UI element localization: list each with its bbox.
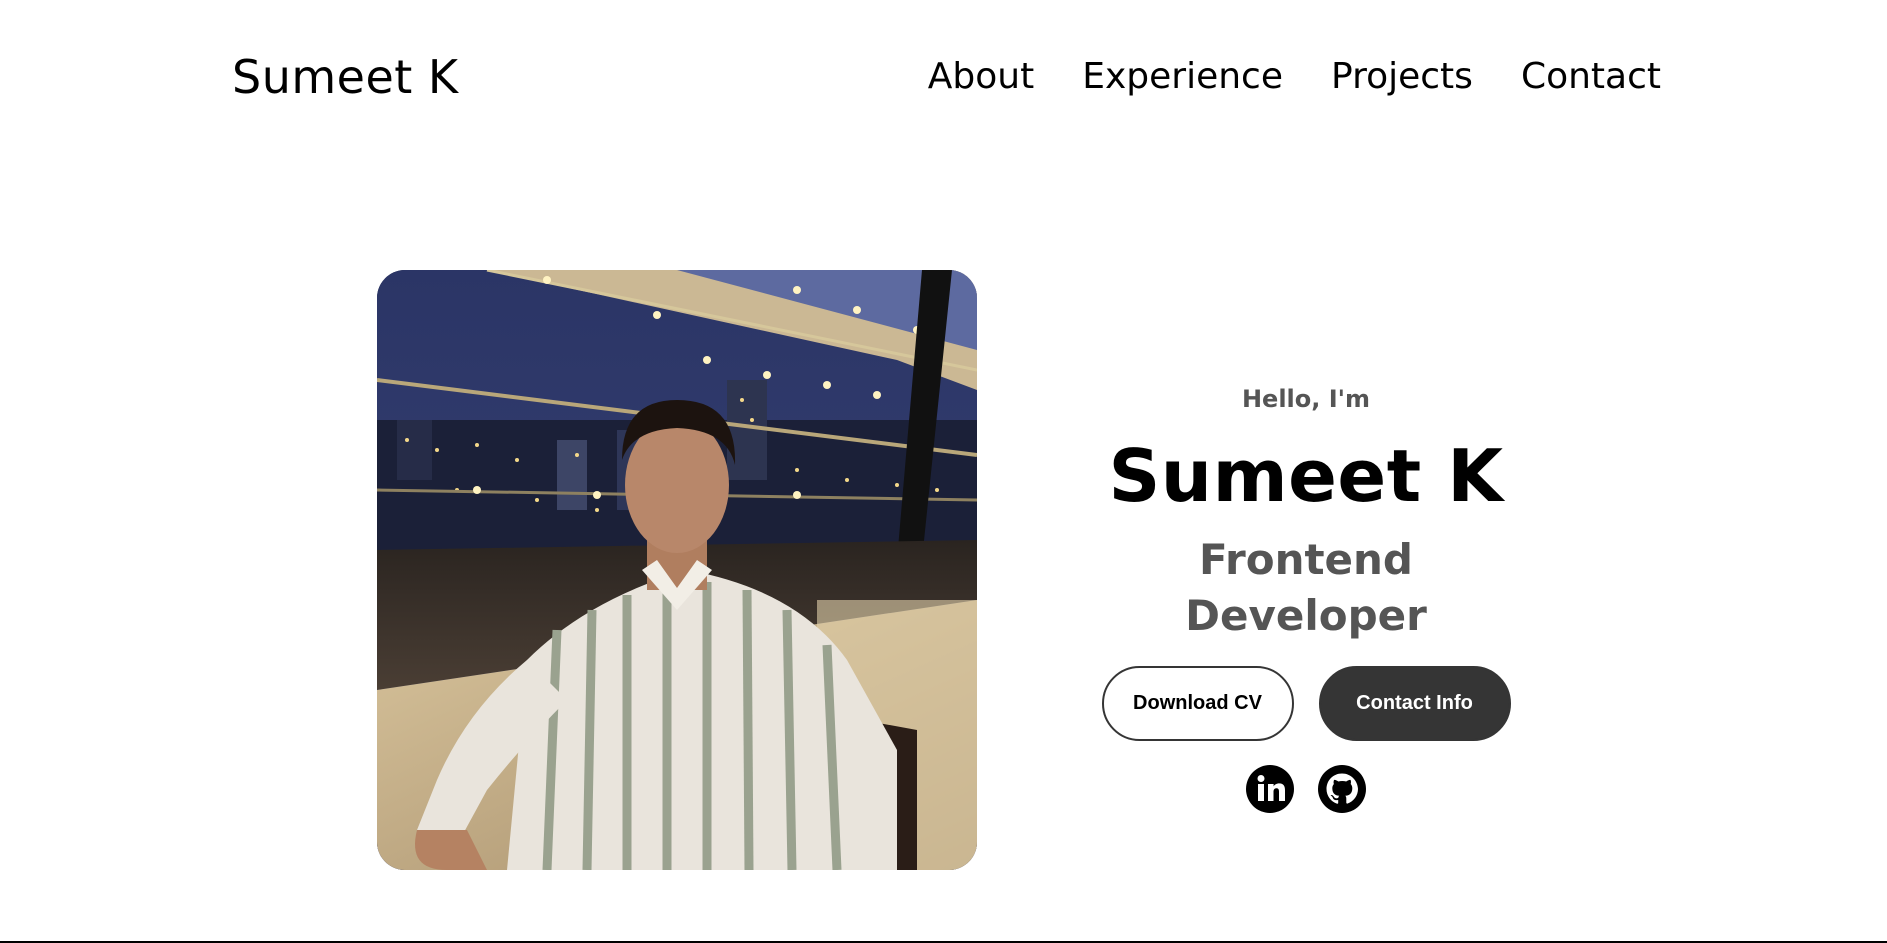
linkedin-icon[interactable] bbox=[1246, 765, 1294, 813]
social-links bbox=[1090, 765, 1522, 813]
portfolio-page: Sumeet K About Experience Projects Conta… bbox=[0, 0, 1887, 943]
hero-role: Frontend Developer bbox=[1185, 535, 1427, 640]
hero-section: Hello, I'm Sumeet K Frontend Developer D… bbox=[1090, 378, 1522, 813]
site-logo[interactable]: Sumeet K bbox=[232, 48, 459, 106]
contact-info-button[interactable]: Contact Info bbox=[1318, 666, 1511, 741]
download-cv-button[interactable]: Download CV bbox=[1101, 666, 1294, 741]
nav-link-experience[interactable]: Experience bbox=[1082, 56, 1283, 97]
nav-link-contact[interactable]: Contact bbox=[1521, 56, 1661, 97]
hero-name: Sumeet K bbox=[1108, 434, 1504, 518]
main-nav: About Experience Projects Contact bbox=[928, 54, 1661, 100]
nav-item-experience: Experience bbox=[1082, 54, 1283, 100]
hero-button-row: Download CV Contact Info bbox=[1090, 666, 1522, 741]
nav-item-projects: Projects bbox=[1331, 54, 1473, 100]
nav-link-projects[interactable]: Projects bbox=[1331, 56, 1473, 97]
github-icon[interactable] bbox=[1318, 765, 1366, 813]
hero-greeting: Hello, I'm bbox=[1241, 385, 1371, 413]
nav-link-about[interactable]: About bbox=[928, 56, 1034, 97]
nav-item-contact: Contact bbox=[1521, 54, 1661, 100]
nav-item-about: About bbox=[928, 54, 1034, 100]
profile-photo bbox=[377, 270, 977, 870]
